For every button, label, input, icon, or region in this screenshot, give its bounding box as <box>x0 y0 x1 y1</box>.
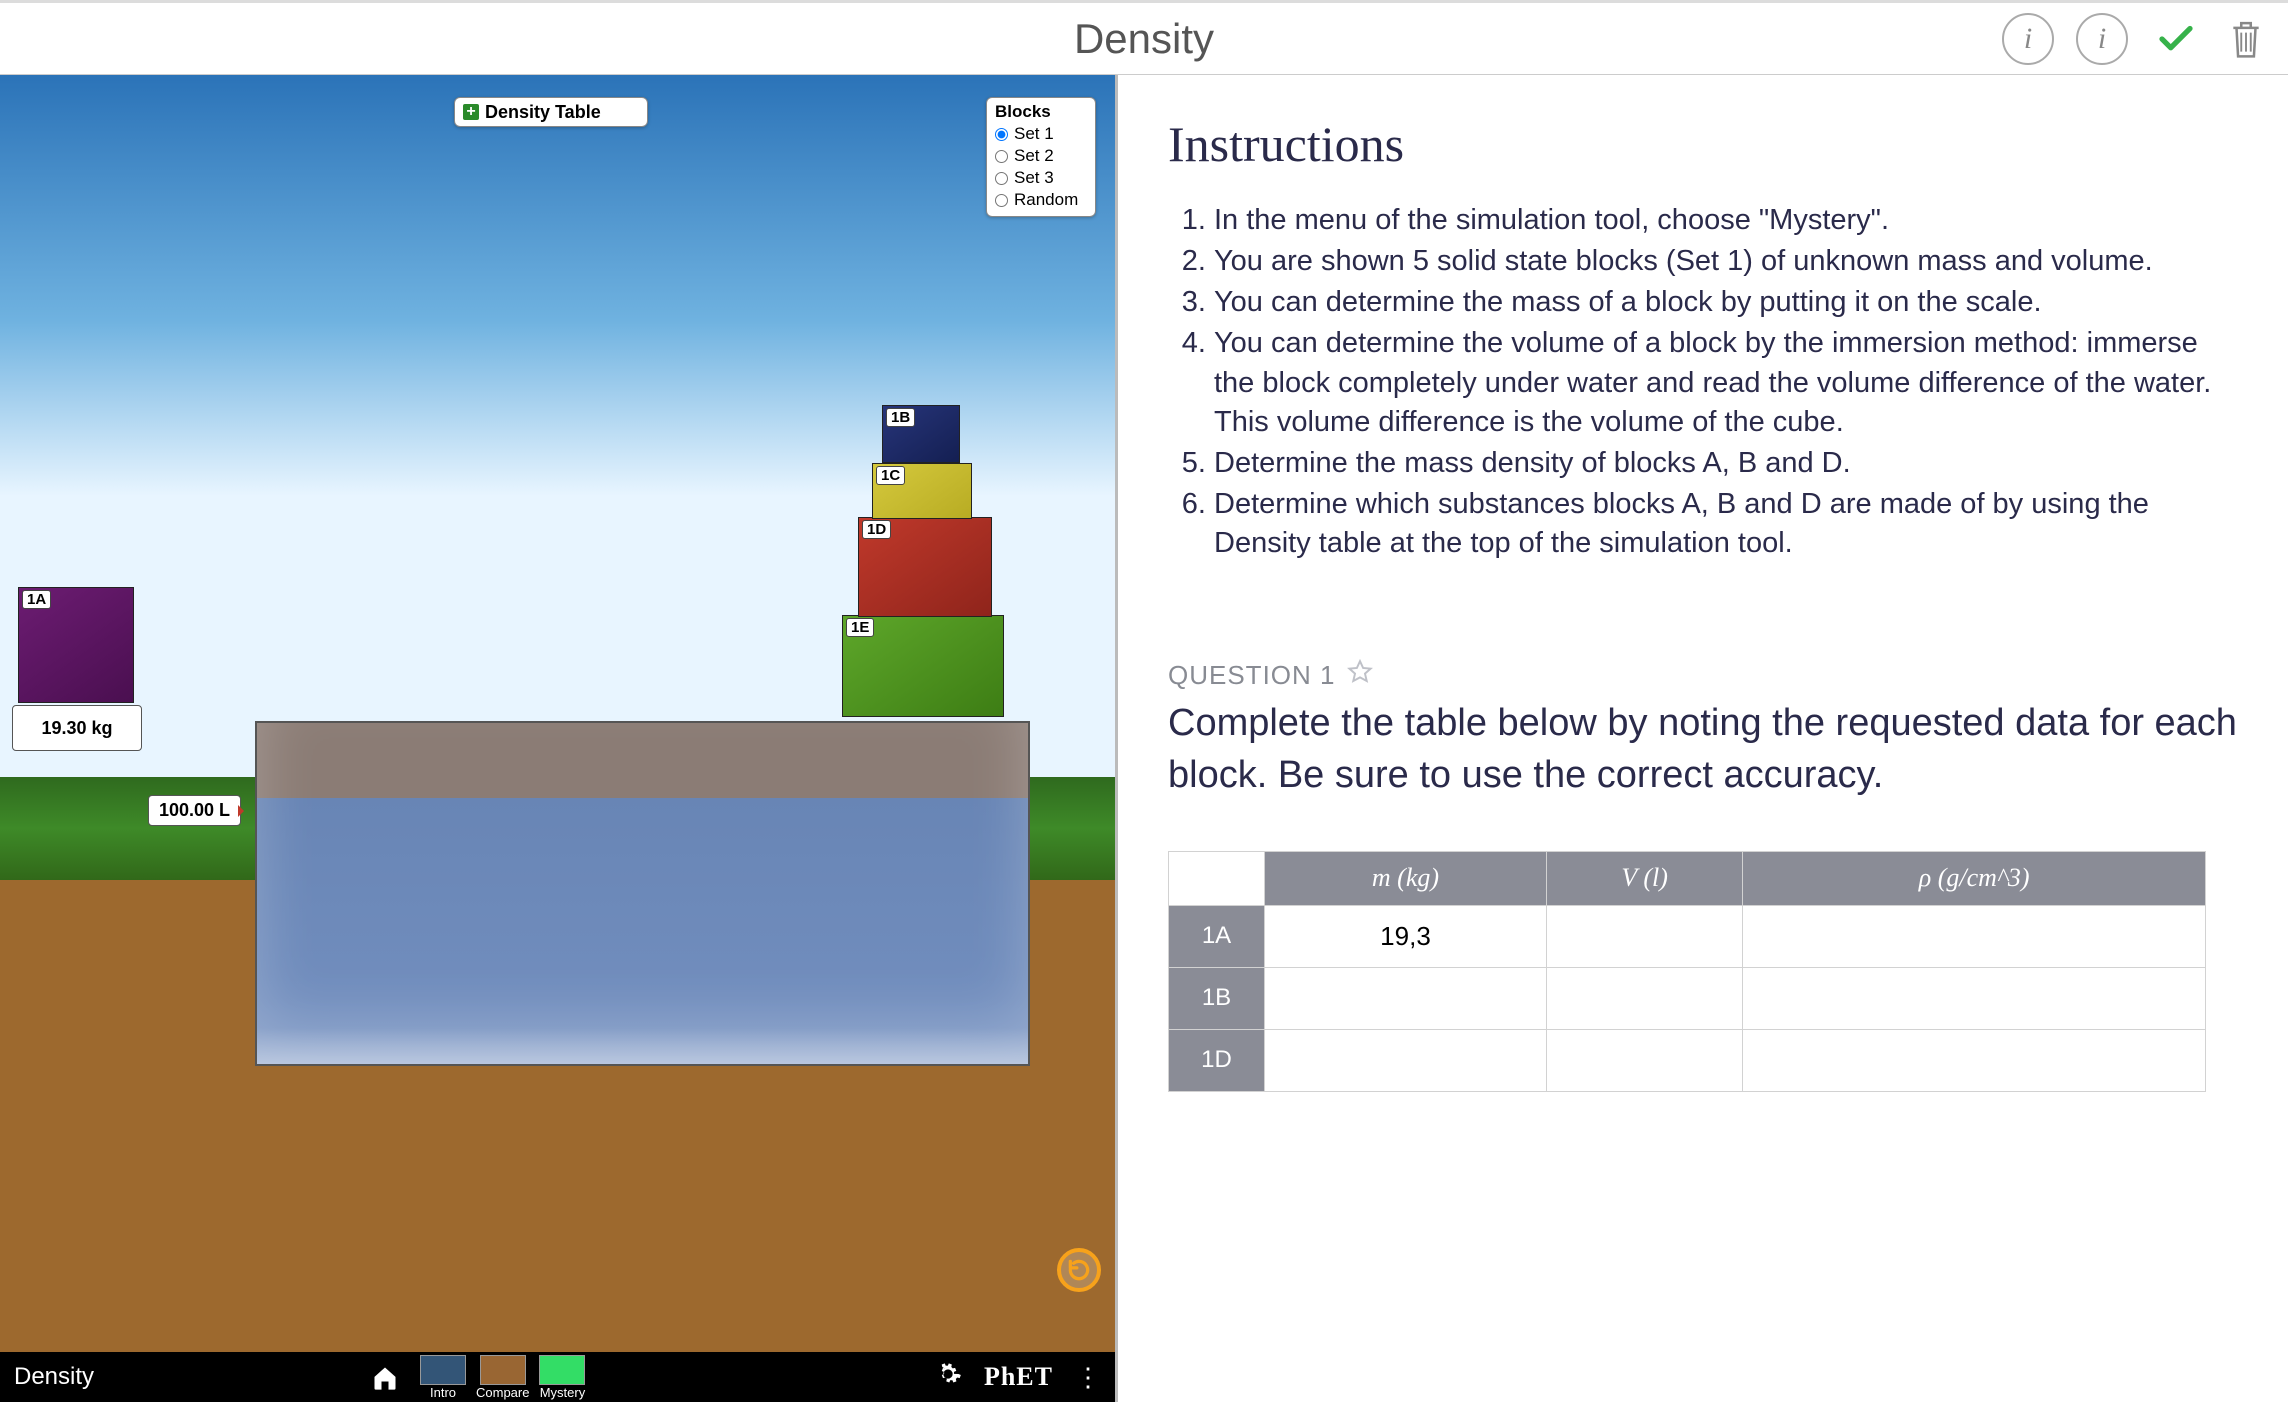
radio-set2[interactable] <box>995 150 1008 163</box>
simulation-footer: Density Intro Compare Mystery PhET ⋮ <box>0 1352 1115 1402</box>
plus-icon: + <box>463 104 479 120</box>
cell-density[interactable] <box>1743 967 2206 1029</box>
table-row: 1B <box>1169 967 2206 1029</box>
block-c-label: 1C <box>876 466 905 485</box>
col-blank <box>1169 851 1265 905</box>
cell-volume[interactable] <box>1546 905 1742 967</box>
instructions-list: In the menu of the simulation tool, choo… <box>1214 201 2238 563</box>
question-body: Complete the table below by noting the r… <box>1168 698 2238 801</box>
volume-readout: 100.00 L <box>148 795 241 826</box>
phet-logo[interactable]: PhET <box>984 1362 1053 1392</box>
cell-volume[interactable] <box>1546 1029 1742 1091</box>
blocks-option-set1[interactable]: Set 1 <box>995 124 1087 144</box>
question-label: QUESTION 1 <box>1168 660 1335 691</box>
cell-mass[interactable] <box>1265 967 1547 1029</box>
radio-set3[interactable] <box>995 172 1008 185</box>
gear-icon[interactable] <box>934 1360 962 1394</box>
nav-compare[interactable]: Compare <box>476 1355 529 1402</box>
col-density: ρ (g/cm^3) <box>1743 851 2206 905</box>
block-c[interactable]: 1C <box>872 463 972 519</box>
cell-mass[interactable]: 19,3 <box>1265 905 1547 967</box>
nav-compare-thumb-icon <box>480 1355 526 1385</box>
question-header: QUESTION 1 <box>1168 659 2238 692</box>
radio-set1[interactable] <box>995 128 1008 141</box>
table-row: 1D <box>1169 1029 2206 1091</box>
star-icon[interactable] <box>1347 659 1373 692</box>
table-row: 1A 19,3 <box>1169 905 2206 967</box>
water-pool[interactable] <box>255 721 1030 1066</box>
scale-readout: 19.30 kg <box>12 705 142 751</box>
col-mass: m (kg) <box>1265 851 1547 905</box>
nav-mystery[interactable]: Mystery <box>539 1355 585 1402</box>
instruction-item: You are shown 5 solid state blocks (Set … <box>1214 242 2238 281</box>
cell-density[interactable] <box>1743 905 2206 967</box>
block-b[interactable]: 1B <box>882 405 960 463</box>
blocks-set-panel: Blocks Set 1 Set 2 Set 3 Random <box>986 97 1096 217</box>
blocks-panel-header: Blocks <box>995 102 1087 122</box>
block-e[interactable]: 1E <box>842 615 1004 717</box>
header-actions: i i <box>2002 13 2268 65</box>
block-a[interactable]: 1A <box>18 587 134 703</box>
instruction-item: You can determine the volume of a block … <box>1214 324 2238 441</box>
answer-table: m (kg) V (l) ρ (g/cm^3) 1A 19,3 1B <box>1168 851 2206 1092</box>
sim-footer-title: Density <box>14 1363 94 1391</box>
row-id: 1A <box>1169 905 1265 967</box>
simulation-pane: + Density Table Blocks Set 1 Set 2 Set 3… <box>0 75 1115 1402</box>
sim-nav: Intro Compare Mystery <box>360 1352 585 1402</box>
app-header: Density i i <box>0 0 2288 74</box>
info-icon[interactable]: i <box>2002 13 2054 65</box>
col-volume: V (l) <box>1546 851 1742 905</box>
reload-button[interactable] <box>1057 1248 1101 1292</box>
row-id: 1D <box>1169 1029 1265 1091</box>
nav-intro-thumb-icon <box>420 1355 466 1385</box>
instructions-heading: Instructions <box>1168 115 2238 173</box>
row-id: 1B <box>1169 967 1265 1029</box>
info-icon[interactable]: i <box>2076 13 2128 65</box>
instruction-item: In the menu of the simulation tool, choo… <box>1214 201 2238 240</box>
cell-mass[interactable] <box>1265 1029 1547 1091</box>
block-b-label: 1B <box>886 408 915 427</box>
main-split: + Density Table Blocks Set 1 Set 2 Set 3… <box>0 74 2288 1402</box>
block-a-label: 1A <box>22 590 51 609</box>
density-table-button[interactable]: + Density Table <box>454 97 648 127</box>
trash-icon[interactable] <box>2224 13 2268 65</box>
check-icon[interactable] <box>2150 13 2202 65</box>
instruction-item: You can determine the mass of a block by… <box>1214 283 2238 322</box>
block-d-label: 1D <box>862 520 891 539</box>
block-d[interactable]: 1D <box>858 517 992 617</box>
nav-mystery-thumb-icon <box>539 1355 585 1385</box>
cell-volume[interactable] <box>1546 967 1742 1029</box>
cell-density[interactable] <box>1743 1029 2206 1091</box>
block-e-label: 1E <box>846 618 874 637</box>
blocks-option-set2[interactable]: Set 2 <box>995 146 1087 166</box>
blocks-option-random[interactable]: Random <box>995 190 1087 210</box>
density-table-label: Density Table <box>485 102 601 123</box>
kebab-menu-icon[interactable]: ⋮ <box>1075 1362 1101 1393</box>
instruction-item: Determine which substances blocks A, B a… <box>1214 485 2238 563</box>
instruction-item: Determine the mass density of blocks A, … <box>1214 444 2238 483</box>
simulation-canvas: + Density Table Blocks Set 1 Set 2 Set 3… <box>0 75 1115 1352</box>
nav-intro[interactable]: Intro <box>420 1355 466 1402</box>
instructions-pane[interactable]: Instructions In the menu of the simulati… <box>1115 75 2288 1402</box>
radio-random[interactable] <box>995 194 1008 207</box>
page-title: Density <box>1074 15 1214 63</box>
blocks-option-set3[interactable]: Set 3 <box>995 168 1087 188</box>
